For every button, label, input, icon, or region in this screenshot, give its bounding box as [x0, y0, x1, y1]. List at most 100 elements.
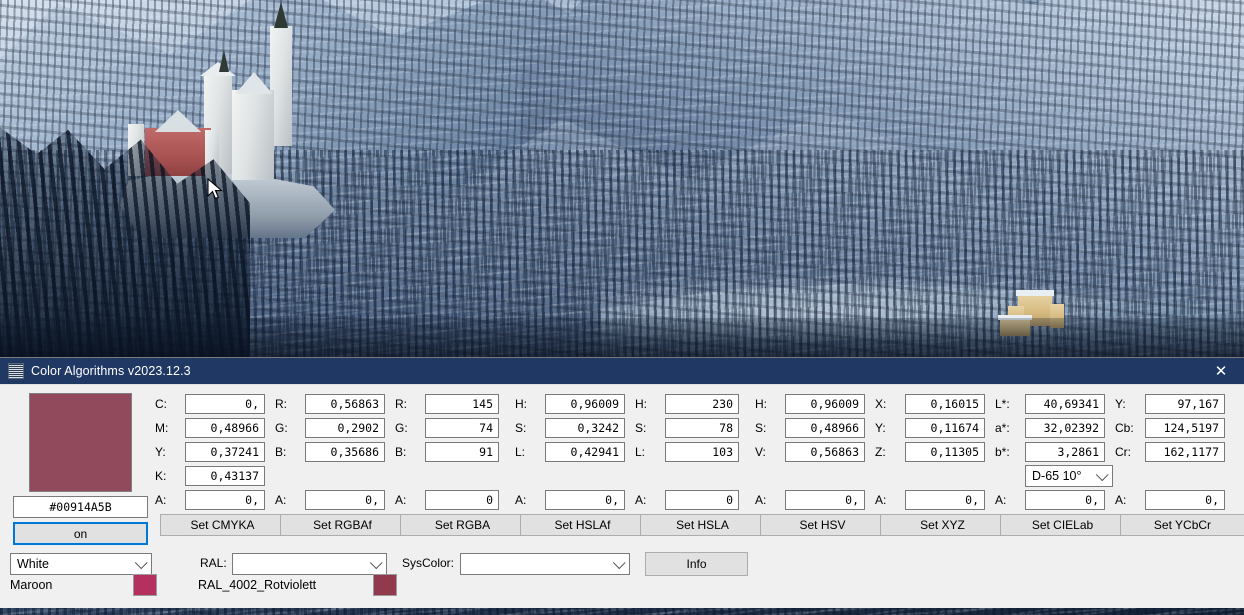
cielab-alpha-label: A: — [995, 493, 1007, 507]
mouse-cursor — [207, 178, 224, 200]
rgba-g-label: G: — [395, 421, 408, 435]
hsla-l-label: L: — [635, 445, 646, 459]
alpha-toggle-button[interactable]: on — [13, 522, 148, 545]
cielab-b-input[interactable]: 3,2861 — [1025, 442, 1105, 462]
ycbcr-cb-input[interactable]: 124,5197 — [1145, 418, 1225, 438]
app-icon — [8, 363, 24, 379]
rgba-b-label: B: — [395, 445, 407, 459]
info-button[interactable]: Info — [645, 552, 748, 576]
hsla-l-input[interactable]: 103 — [665, 442, 739, 462]
named-color-name: Maroon — [10, 578, 53, 592]
hslaf-s-input[interactable]: 0,3242 — [545, 418, 625, 438]
hslaf-h-label: H: — [515, 397, 527, 411]
hsla-s-input[interactable]: 78 — [665, 418, 739, 438]
cielab-l-input[interactable]: 40,69341 — [1025, 394, 1105, 414]
rgba-g-input[interactable]: 74 — [425, 418, 499, 438]
syscolor-select[interactable] — [460, 553, 630, 575]
ycbcr-cr-input[interactable]: 162,1177 — [1145, 442, 1225, 462]
set-hslaf-button[interactable]: Set HSLAf — [520, 514, 645, 536]
color-algorithms-window: Color Algorithms v2023.12.3 ✕ C: 0, M: 0,48… — [0, 358, 1244, 608]
cmyka-m-input[interactable]: 0,48966 — [185, 418, 265, 438]
hsla-s-label: S: — [635, 421, 647, 435]
set-hsla-button[interactable]: Set HSLA — [640, 514, 765, 536]
hsv-v-label: V: — [755, 445, 766, 459]
xyz-alpha-input[interactable]: 0, — [905, 490, 985, 510]
syscolor-label: SysColor: — [402, 556, 455, 570]
cmyka-c-input[interactable]: 0, — [185, 394, 265, 414]
named-color-value: White — [17, 557, 49, 571]
hslaf-h-input[interactable]: 0,96009 — [545, 394, 625, 414]
set-rgba-button[interactable]: Set RGBA — [400, 514, 525, 536]
rgbaf-r-input[interactable]: 0,56863 — [305, 394, 385, 414]
rgba-alpha-input[interactable]: 0 — [425, 490, 499, 510]
hsv-s-input[interactable]: 0,48966 — [785, 418, 865, 438]
rgbaf-g-label: G: — [275, 421, 288, 435]
hslaf-alpha-input[interactable]: 0, — [545, 490, 625, 510]
hsla-h-input[interactable]: 230 — [665, 394, 739, 414]
set-ycbcr-button[interactable]: Set YCbCr — [1120, 514, 1244, 536]
hsv-s-label: S: — [755, 421, 767, 435]
ral-color-swatch — [373, 574, 397, 596]
ral-color-name: RAL_4002_Rotviolett — [198, 578, 317, 592]
cmyka-k-label: K: — [155, 469, 167, 483]
rgba-r-input[interactable]: 145 — [425, 394, 499, 414]
cielab-a-label: a*: — [995, 421, 1010, 435]
rgba-r-label: R: — [395, 397, 407, 411]
hsv-h-input[interactable]: 0,96009 — [785, 394, 865, 414]
cielab-b-label: b*: — [995, 445, 1010, 459]
castle2-roof — [1016, 290, 1054, 296]
hslaf-l-label: L: — [515, 445, 526, 459]
window-client-area: C: 0, M: 0,48966 Y: 0,37241 K: 0,43137 A: 0, Set C… — [0, 384, 1244, 608]
cielab-a-input[interactable]: 32,02392 — [1025, 418, 1105, 438]
xyz-x-input[interactable]: 0,16015 — [905, 394, 985, 414]
cmyka-alpha-input[interactable]: 0, — [185, 490, 265, 510]
window-title: Color Algorithms v2023.12.3 — [31, 364, 191, 378]
cielab-l-label: L*: — [995, 397, 1010, 411]
cmyka-y-input[interactable]: 0,37241 — [185, 442, 265, 462]
set-xyz-button[interactable]: Set XYZ — [880, 514, 1005, 536]
ral-select[interactable] — [232, 553, 387, 575]
xyz-z-input[interactable]: 0,11305 — [905, 442, 985, 462]
rgbaf-b-label: B: — [275, 445, 287, 459]
hsla-h-label: H: — [635, 397, 647, 411]
hsv-h-label: H: — [755, 397, 767, 411]
set-cielab-button[interactable]: Set CIELab — [1000, 514, 1125, 536]
rgbaf-alpha-input[interactable]: 0, — [305, 490, 385, 510]
hex-value-input[interactable]: #00914A5B — [13, 496, 148, 518]
illuminant-value: D-65 10° — [1032, 469, 1082, 483]
hslaf-l-input[interactable]: 0,42941 — [545, 442, 625, 462]
castle-square-tower-roof — [200, 62, 236, 76]
xyz-y-input[interactable]: 0,11674 — [905, 418, 985, 438]
set-cmyka-button[interactable]: Set CMYKA — [160, 514, 285, 536]
ycbcr-cr-label: Cr: — [1115, 445, 1131, 459]
ycbcr-alpha-label: A: — [1115, 493, 1127, 507]
hsv-alpha-label: A: — [755, 493, 767, 507]
close-icon[interactable]: ✕ — [1198, 358, 1244, 384]
hslaf-alpha-label: A: — [515, 493, 527, 507]
window-titlebar[interactable]: Color Algorithms v2023.12.3 ✕ — [0, 358, 1244, 384]
hsla-alpha-input[interactable]: 0 — [665, 490, 739, 510]
set-rgbaf-button[interactable]: Set RGBAf — [280, 514, 405, 536]
ycbcr-alpha-input[interactable]: 0, — [1145, 490, 1225, 510]
chevron-down-icon — [369, 556, 383, 570]
ycbcr-y-input[interactable]: 97,167 — [1145, 394, 1225, 414]
cielab-alpha-input[interactable]: 0, — [1025, 490, 1105, 510]
rgbaf-g-input[interactable]: 0,2902 — [305, 418, 385, 438]
xyz-x-label: X: — [875, 397, 887, 411]
hsla-alpha-label: A: — [635, 493, 647, 507]
set-hsv-button[interactable]: Set HSV — [760, 514, 885, 536]
xyz-alpha-label: A: — [875, 493, 887, 507]
named-color-swatch — [133, 574, 157, 596]
rgbaf-b-input[interactable]: 0,35686 — [305, 442, 385, 462]
color-preview-swatch — [29, 393, 132, 492]
rgbaf-alpha-label: A: — [275, 493, 287, 507]
hsv-v-input[interactable]: 0,56863 — [785, 442, 865, 462]
illuminant-select[interactable]: D-65 10° — [1025, 465, 1113, 487]
named-color-select[interactable]: White — [10, 553, 152, 575]
cmyka-k-input[interactable]: 0,43137 — [185, 466, 265, 486]
cmyka-alpha-label: A: — [155, 493, 167, 507]
hsv-alpha-input[interactable]: 0, — [785, 490, 865, 510]
ycbcr-cb-label: Cb: — [1115, 421, 1134, 435]
cmyka-m-label: M: — [155, 421, 169, 435]
rgba-b-input[interactable]: 91 — [425, 442, 499, 462]
